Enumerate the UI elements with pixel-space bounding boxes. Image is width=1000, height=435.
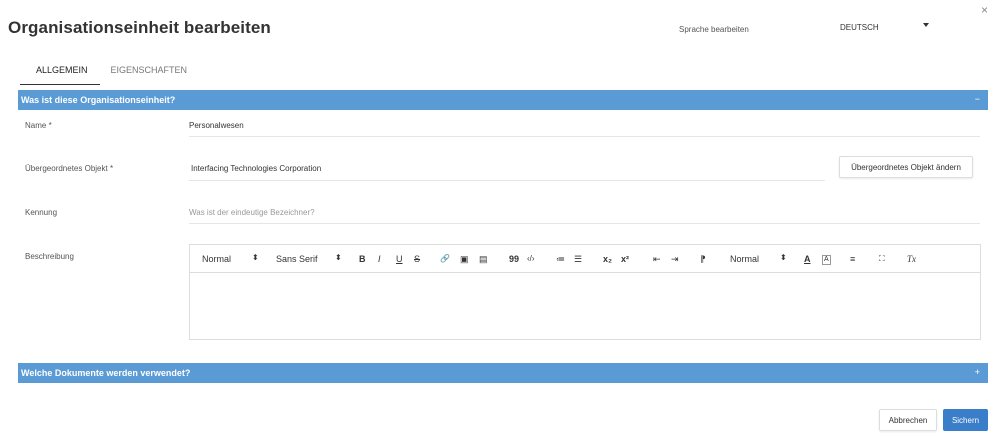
underline-button[interactable]: U [396,254,403,264]
video-icon[interactable]: ▤ [479,254,488,264]
identifier-label: Kennung [25,208,58,217]
bullet-list-icon[interactable]: ☰ [574,254,582,264]
font-select[interactable]: Sans Serif [276,254,318,264]
parent-object-underline [189,180,825,181]
heading-select[interactable]: Normal [202,254,231,264]
description-editor-body[interactable] [190,273,980,339]
section-header-dokumente[interactable]: Welche Dokumente werden verwendet? + [18,363,988,383]
name-field-underline [189,136,980,137]
text-direction-icon[interactable]: ⁋ [700,254,706,264]
description-editor: Normal ⬍ Sans Serif ⬍ B I U S 🔗 ▣ ▤ 99 ‹… [189,244,981,340]
parent-object-label: Übergeordnetes Objekt * [25,164,114,173]
blockquote-icon[interactable]: 99 [509,254,519,264]
save-button[interactable]: Sichern [943,409,988,431]
heading-select-arrow-icon: ⬍ [252,253,259,262]
section-header-organisationseinheit[interactable]: Was ist diese Organisationseinheit? − [18,90,988,110]
subscript-icon[interactable]: x₂ [603,254,612,264]
section-title: Was ist diese Organisationseinheit? [21,95,176,105]
size-select[interactable]: Normal [730,254,759,264]
align-icon[interactable]: ≡ [850,254,855,264]
outdent-icon[interactable]: ⇤ [653,254,661,264]
expand-icon[interactable]: + [975,367,980,377]
bold-button[interactable]: B [359,254,366,264]
close-icon[interactable]: × [981,3,988,17]
clear-format-icon[interactable]: Tx [907,254,916,264]
change-parent-button[interactable]: Übergeordnetes Objekt ändern [839,156,973,178]
name-field[interactable]: Personalwesen [189,121,244,130]
language-selected-value: DEUTSCH [840,22,879,32]
language-label: Sprache bearbeiten [679,25,749,34]
section-title: Welche Dokumente werden verwendet? [21,368,191,378]
superscript-icon[interactable]: x² [621,254,629,264]
cancel-button[interactable]: Abbrechen [879,409,937,431]
italic-button[interactable]: I [378,254,381,264]
description-label: Beschreibung [25,252,74,261]
name-label: Name * [25,121,52,130]
size-select-arrow-icon: ⬍ [780,253,787,262]
editor-toolbar: Normal ⬍ Sans Serif ⬍ B I U S 🔗 ▣ ▤ 99 ‹… [190,245,980,273]
collapse-icon[interactable]: − [975,94,980,104]
identifier-input[interactable]: Was ist der eindeutige Bezeichner? [189,208,315,217]
code-icon[interactable]: ‹/› [527,254,535,264]
fullscreen-icon[interactable]: ⛶ [879,254,885,264]
identifier-underline [189,223,980,224]
text-color-icon[interactable]: A [804,254,811,264]
dialog-title: Organisationseinheit bearbeiten [8,18,271,37]
image-icon[interactable]: ▣ [460,254,469,264]
tab-allgemein[interactable]: ALLGEMEIN [20,55,100,85]
tab-eigenschaften[interactable]: EIGENSCHAFTEN [100,55,202,85]
parent-object-field[interactable]: Interfacing Technologies Corporation [191,164,321,173]
indent-icon[interactable]: ⇥ [671,254,679,264]
caret-down-icon [923,23,929,27]
tab-bar: ALLGEMEIN EIGENSCHAFTEN [20,55,201,85]
font-select-arrow-icon: ⬍ [335,253,342,262]
ordered-list-icon[interactable]: ≔ [556,254,565,264]
link-icon[interactable]: 🔗 [440,254,450,264]
language-select[interactable]: DEUTSCH [840,18,980,36]
background-color-icon[interactable]: A [822,255,831,265]
strike-button[interactable]: S [414,254,420,264]
